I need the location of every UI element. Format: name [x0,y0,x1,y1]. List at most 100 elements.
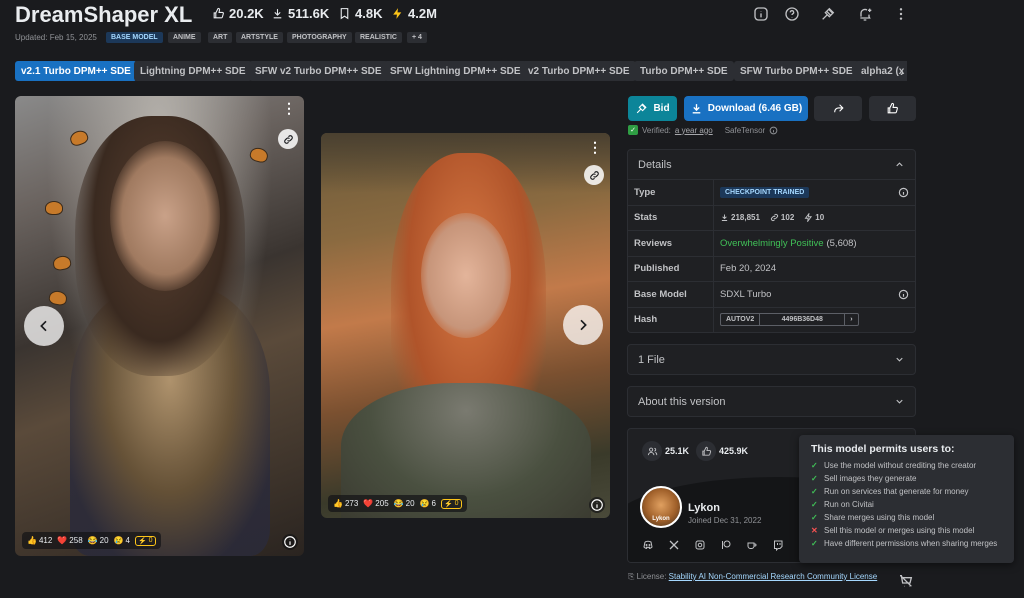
gallery-image-1[interactable]: ⋮ 👍 412 ❤️ 258 😂 20 😢 4 ⚡ 0 [15,96,304,556]
heart-reaction[interactable]: ❤️ 258 [57,536,82,545]
x-icon: ✕ [811,526,818,535]
info-circle-icon[interactable] [769,126,778,135]
version-tab-sfw-turbo[interactable]: SFW Turbo DPM++ SDE [734,61,859,81]
discord-icon[interactable] [642,539,654,551]
about-panel[interactable]: About this version [627,386,916,417]
bid-button[interactable]: Bid [628,96,677,121]
buzz-tip[interactable]: ⚡ 0 [134,535,156,546]
version-tab-v2-1-turbo[interactable]: v2.1 Turbo DPM++ SDE [15,61,137,81]
detail-row-type: Type CHECKPOINT TRAINED [628,179,915,205]
gavel-icon [822,7,835,20]
info-circle-icon [284,536,296,548]
chevron-down-icon [896,357,903,362]
tag-realistic[interactable]: REALISTIC [355,32,402,43]
laugh-reaction[interactable]: 😂 20 [88,536,109,545]
commercial-use-icon[interactable] [898,573,914,589]
file-format: SafeTensor [724,125,766,135]
verified-date-link[interactable]: a year ago [675,126,713,135]
patreon-icon[interactable] [720,539,732,551]
image-2-menu-icon[interactable]: ⋮ [588,139,602,157]
details-panel: Details Type CHECKPOINT TRAINED Stats 21… [627,149,916,333]
like-model-button[interactable] [869,96,916,121]
version-tab-turbo[interactable]: Turbo DPM++ SDE [634,61,734,81]
help-button[interactable] [780,2,804,26]
creator-social-links [642,539,810,551]
tag-photography[interactable]: PHOTOGRAPHY [287,32,352,43]
heart-reaction[interactable]: ❤️ 205 [363,499,388,508]
chevron-up-icon [896,162,903,167]
x-twitter-icon[interactable] [668,539,680,551]
license-link[interactable]: Stability AI Non-Commercial Research Com… [669,572,878,581]
version-tab-lightning[interactable]: Lightning DPM++ SDE [134,61,252,81]
like-reaction[interactable]: 👍 412 [27,536,52,545]
detail-row-stats: Stats 218,851 102 10 [628,204,915,230]
license-info: ⎘ License: Stability AI Non-Commercial R… [628,572,878,581]
check-icon: ✓ [811,461,818,470]
carousel-prev-button[interactable] [24,306,64,346]
download-button[interactable]: Download (6.46 GB) [684,96,808,121]
version-tab-sfw-v2-turbo[interactable]: SFW v2 Turbo DPM++ SDE [249,61,388,81]
detail-row-base-model: Base Model SDXL Turbo [628,281,915,307]
reviews-count: (5,608) [826,237,857,249]
chevron-right-icon [580,319,587,331]
published-date: Feb 20, 2024 [720,263,776,275]
hash-type: AUTOV2 [726,316,755,324]
version-tab-sfw-lightning[interactable]: SFW Lightning DPM++ SDE [384,61,527,81]
carousel-next-button[interactable] [563,305,603,345]
image-2-info-button[interactable] [589,497,605,513]
hash-next-icon[interactable]: › [845,314,857,325]
check-icon: ✓ [811,487,818,496]
base-model-tag[interactable]: BASE MODEL [106,32,163,43]
files-panel[interactable]: 1 File [627,344,916,375]
license-icon: ⎘ [628,572,635,581]
image-1-reactions[interactable]: 👍 412 ❤️ 258 😂 20 😢 4 ⚡ 0 [22,532,161,549]
bookmark-icon [340,8,349,20]
image-1-info-button[interactable] [282,534,298,550]
laugh-reaction[interactable]: 😂 20 [394,499,415,508]
instagram-icon[interactable] [694,539,706,551]
twitch-icon[interactable] [772,539,784,551]
info-circle-icon[interactable] [898,187,909,198]
likes-count: 20.2K [229,6,264,21]
stat-buzz: 10 [804,213,824,223]
hash-value[interactable]: 4496B36D48 [759,314,846,326]
more-menu-button[interactable] [889,2,913,26]
files-heading: 1 File [638,353,665,366]
creator-joined: Joined Dec 31, 2022 [688,516,762,525]
details-header[interactable]: Details [628,150,915,179]
image-2-reactions[interactable]: 👍 273 ❤️ 205 😂 20 😢 6 ⚡ 0 [328,495,467,512]
hash-box[interactable]: AUTOV2 4496B36D48 › [720,313,859,327]
creator-avatar[interactable]: Lykon [640,486,682,528]
chevron-left-icon [40,320,47,332]
thumbs-up-icon [213,7,224,19]
buzz-tip[interactable]: ⚡ 0 [440,498,462,509]
cry-reaction[interactable]: 😢 4 [114,536,130,545]
permission-item: ✕ Sell this model or merges using this mo… [811,526,975,535]
reviews-rating-link[interactable]: Overwhelmingly Positive [720,238,823,249]
like-reaction[interactable]: 👍 273 [333,499,358,508]
cry-reaction[interactable]: 😢 6 [420,499,436,508]
permission-item: ✓ Run on Civitai [811,500,874,509]
download-icon [273,9,282,19]
version-tab-v2-turbo[interactable]: v2 Turbo DPM++ SDE [522,61,636,81]
image-1-link-button[interactable] [278,129,298,149]
info-circle-icon[interactable] [898,289,909,300]
image-1-menu-icon[interactable]: ⋮ [282,100,296,118]
tag-artstyle[interactable]: ARTSTYLE [236,32,283,43]
kofi-icon[interactable] [746,539,758,551]
creator-name[interactable]: Lykon [688,502,720,514]
share-button[interactable] [814,96,862,121]
more-tags[interactable]: + 4 [407,32,427,43]
tag-art[interactable]: ART [208,32,233,43]
notify-button[interactable] [853,2,877,26]
permission-item: ✓ Use the model without crediting the cre… [811,461,977,470]
info-button[interactable] [749,2,773,26]
gallery-image-2[interactable]: ⋮ 👍 273 ❤️ 205 😂 20 😢 6 ⚡ 0 [321,133,610,518]
tag-anime[interactable]: ANIME [168,32,201,43]
image-2-link-button[interactable] [584,165,604,185]
check-icon: ✓ [811,539,818,548]
gavel-icon [637,103,648,114]
moderate-button[interactable] [816,2,840,26]
buzz-count: 4.2M [408,6,437,21]
tabs-scroll-right-icon[interactable]: › [900,65,914,79]
